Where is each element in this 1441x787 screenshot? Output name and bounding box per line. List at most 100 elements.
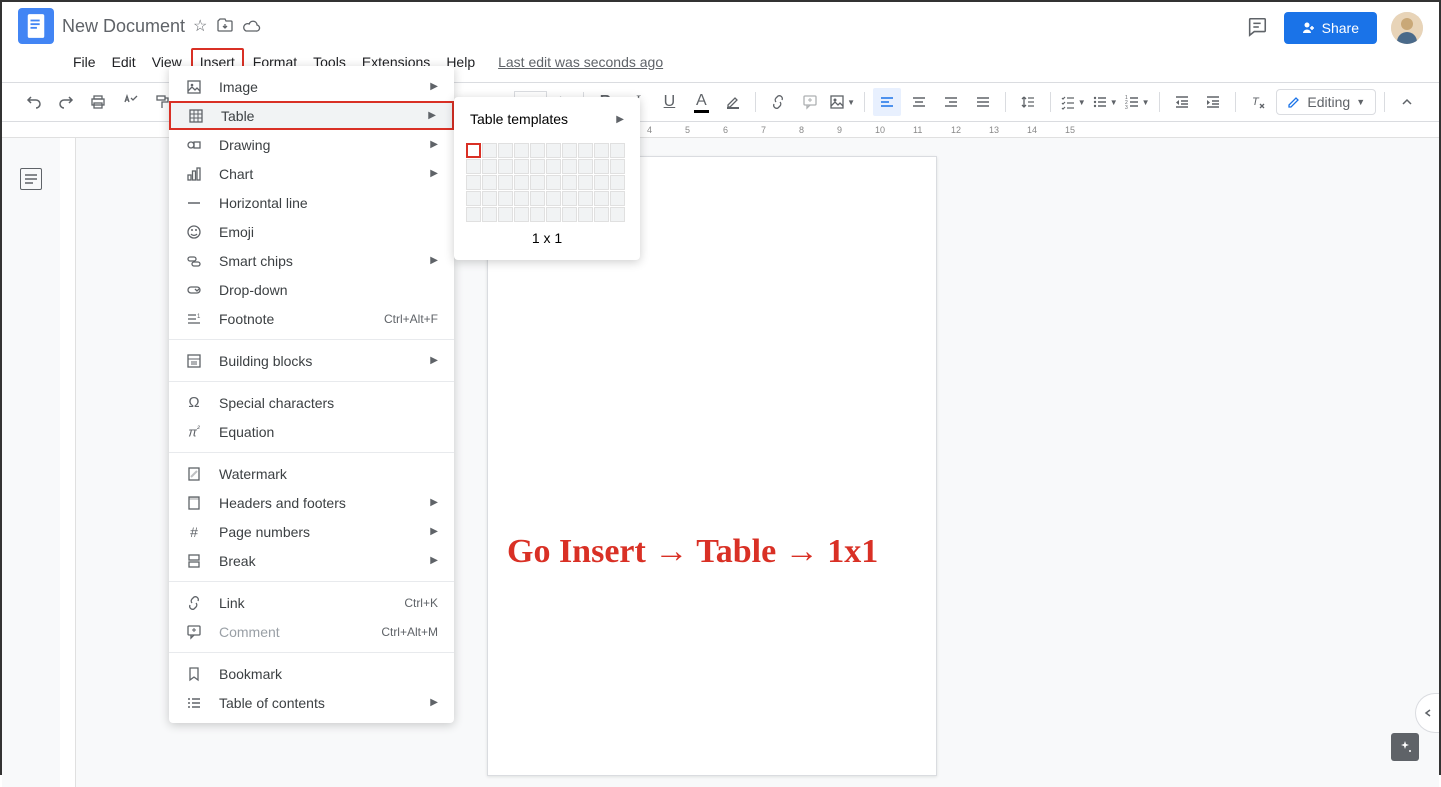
table-grid-cell[interactable] (482, 191, 497, 206)
table-grid-cell[interactable] (530, 207, 545, 222)
insert-menu-table-of-contents[interactable]: Table of contents▶ (169, 688, 454, 717)
insert-menu-smart-chips[interactable]: Smart chips▶ (169, 246, 454, 275)
vertical-ruler[interactable] (60, 138, 76, 787)
redo-button[interactable] (52, 88, 80, 116)
table-grid-cell[interactable] (594, 175, 609, 190)
table-grid-cell[interactable] (546, 143, 561, 158)
table-grid-cell[interactable] (594, 159, 609, 174)
outline-toggle-icon[interactable] (20, 168, 42, 190)
table-grid-cell[interactable] (514, 175, 529, 190)
print-button[interactable] (84, 88, 112, 116)
insert-menu-table[interactable]: Table▶ (169, 101, 454, 130)
insert-menu-drop-down[interactable]: Drop-down (169, 275, 454, 304)
table-grid-cell[interactable] (610, 207, 625, 222)
table-grid-cell[interactable] (578, 207, 593, 222)
editing-mode-button[interactable]: Editing ▼ (1276, 89, 1376, 115)
insert-menu-drawing[interactable]: Drawing▶ (169, 130, 454, 159)
table-grid-cell[interactable] (530, 159, 545, 174)
table-grid-cell[interactable] (466, 175, 481, 190)
explore-button[interactable] (1391, 733, 1419, 761)
insert-menu-headers-and-footers[interactable]: Headers and footers▶ (169, 488, 454, 517)
table-grid-cell[interactable] (546, 175, 561, 190)
underline-button[interactable]: U (655, 88, 683, 116)
table-grid-cell[interactable] (466, 191, 481, 206)
docs-logo[interactable] (18, 8, 54, 44)
move-icon[interactable] (217, 18, 233, 34)
insert-menu-break[interactable]: Break▶ (169, 546, 454, 575)
insert-menu-chart[interactable]: Chart▶ (169, 159, 454, 188)
table-grid-cell[interactable] (482, 159, 497, 174)
numbered-list-button[interactable]: 123▼ (1123, 88, 1151, 116)
menu-file[interactable]: File (66, 50, 103, 74)
table-grid-cell[interactable] (578, 159, 593, 174)
insert-menu-page-numbers[interactable]: #Page numbers▶ (169, 517, 454, 546)
insert-comment-button[interactable] (796, 88, 824, 116)
table-grid-cell[interactable] (482, 143, 497, 158)
table-grid-cell[interactable] (530, 143, 545, 158)
table-grid-cell[interactable] (498, 191, 513, 206)
align-right-button[interactable] (937, 88, 965, 116)
insert-menu-special-characters[interactable]: ΩSpecial characters (169, 388, 454, 417)
table-grid-cell[interactable] (578, 175, 593, 190)
align-center-button[interactable] (905, 88, 933, 116)
table-grid-cell[interactable] (562, 143, 577, 158)
spellcheck-button[interactable] (116, 88, 144, 116)
insert-image-button[interactable]: ▼ (828, 88, 856, 116)
insert-menu-link[interactable]: LinkCtrl+K (169, 588, 454, 617)
table-grid-cell[interactable] (594, 207, 609, 222)
insert-menu-comment[interactable]: CommentCtrl+Alt+M (169, 617, 454, 646)
clear-formatting-button[interactable]: T (1244, 88, 1272, 116)
table-grid-cell[interactable] (610, 159, 625, 174)
table-grid-cell[interactable] (530, 191, 545, 206)
table-grid-cell[interactable] (498, 159, 513, 174)
table-grid-cell[interactable] (562, 191, 577, 206)
table-grid-cell[interactable] (546, 207, 561, 222)
table-grid-cell[interactable] (482, 175, 497, 190)
cloud-icon[interactable] (243, 19, 261, 33)
table-grid-cell[interactable] (498, 143, 513, 158)
indent-decrease-button[interactable] (1168, 88, 1196, 116)
share-button[interactable]: Share (1284, 12, 1377, 44)
table-grid-cell[interactable] (610, 175, 625, 190)
table-grid-cell[interactable] (466, 207, 481, 222)
table-grid-cell[interactable] (530, 175, 545, 190)
document-title[interactable]: New Document (62, 16, 185, 37)
line-spacing-button[interactable] (1014, 88, 1042, 116)
align-left-button[interactable] (873, 88, 901, 116)
table-grid-cell[interactable] (578, 143, 593, 158)
insert-menu-building-blocks[interactable]: Building blocks▶ (169, 346, 454, 375)
bullet-list-button[interactable]: ▼ (1091, 88, 1119, 116)
text-color-button[interactable]: A (687, 88, 715, 116)
avatar[interactable] (1391, 12, 1423, 44)
comment-history-icon[interactable] (1246, 16, 1270, 40)
insert-menu-image[interactable]: Image▶ (169, 72, 454, 101)
insert-link-button[interactable] (764, 88, 792, 116)
align-justify-button[interactable] (969, 88, 997, 116)
table-grid-cell[interactable] (610, 191, 625, 206)
insert-menu-horizontal-line[interactable]: Horizontal line (169, 188, 454, 217)
table-grid-cell[interactable] (546, 159, 561, 174)
insert-menu-bookmark[interactable]: Bookmark (169, 659, 454, 688)
table-grid-cell[interactable] (562, 207, 577, 222)
table-templates-item[interactable]: Table templates ▶ (454, 105, 640, 133)
indent-increase-button[interactable] (1200, 88, 1228, 116)
table-grid-cell[interactable] (562, 159, 577, 174)
hide-menus-button[interactable] (1393, 88, 1421, 116)
table-grid-cell[interactable] (514, 191, 529, 206)
table-grid-cell[interactable] (594, 191, 609, 206)
table-grid-cell[interactable] (498, 207, 513, 222)
insert-menu-emoji[interactable]: Emoji (169, 217, 454, 246)
highlight-button[interactable] (719, 88, 747, 116)
checklist-button[interactable]: ▼ (1059, 88, 1087, 116)
menu-edit[interactable]: Edit (105, 50, 143, 74)
table-grid-cell[interactable] (466, 159, 481, 174)
star-icon[interactable]: ☆ (193, 16, 207, 36)
table-grid-cell[interactable] (546, 191, 561, 206)
table-grid-cell[interactable] (482, 207, 497, 222)
table-grid-cell[interactable] (514, 159, 529, 174)
undo-button[interactable] (20, 88, 48, 116)
table-grid-cell[interactable] (466, 143, 481, 158)
table-grid-cell[interactable] (514, 207, 529, 222)
table-grid-cell[interactable] (594, 143, 609, 158)
table-grid-cell[interactable] (562, 175, 577, 190)
